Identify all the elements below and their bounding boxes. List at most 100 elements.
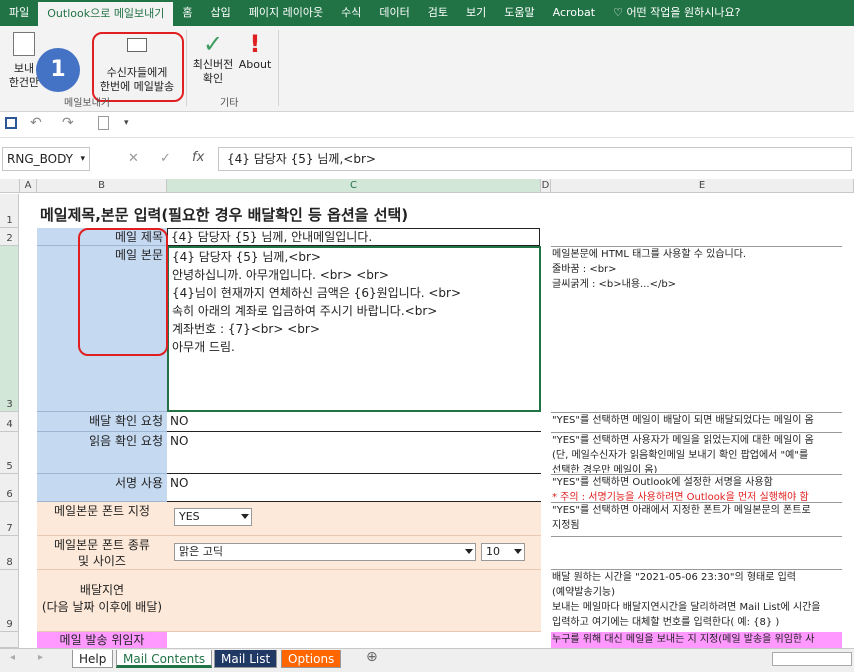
note-signature: "YES"를 선택하면 Outlook에 설정한 서명을 사용함 * 주의 : … — [552, 477, 809, 501]
undo-icon[interactable]: ↶ — [30, 115, 42, 131]
note-border — [551, 412, 842, 413]
read-label: 읽음 확인 요청 — [37, 432, 167, 474]
note-delivery: "YES"를 선택하면 메일이 배달이 되면 배달되었다는 메일이 옴 — [552, 415, 814, 426]
row-header-5[interactable]: 5 — [0, 432, 19, 474]
column-header-a[interactable]: A — [20, 179, 37, 193]
horizontal-scrollbar[interactable] — [772, 652, 852, 666]
sheet-tab-bar: ◂ ▸ Help Mail Contents Mail List Options… — [0, 648, 854, 672]
sheet-tab-options[interactable]: Options — [281, 650, 342, 668]
select-all-corner[interactable] — [0, 179, 20, 193]
quick-access-toolbar: ↶ ↷ ▾ — [0, 112, 854, 138]
scroll-left-icon[interactable]: ◂ — [10, 652, 15, 663]
formula-bar: RNG_BODY ▾ ✕ ✓ fx {4} 담당자 {5} 님께,<br> — [0, 145, 854, 173]
delegate-value[interactable] — [167, 632, 541, 648]
column-header-c[interactable]: C — [167, 179, 541, 193]
tell-me-search[interactable]: ♡ 어떤 작업을 원하시나요? — [604, 0, 749, 26]
add-sheet-icon[interactable]: ⊕ — [366, 649, 378, 665]
sheet-title: 메일제목,본문 입력(필요한 경우 배달확인 등 옵션을 선택) — [40, 206, 409, 224]
note-border — [551, 246, 842, 247]
sheet-tab-mail-contents[interactable]: Mail Contents — [116, 650, 213, 668]
column-header-d[interactable]: D — [541, 179, 551, 193]
row-header-7[interactable]: 7 — [0, 502, 19, 536]
function-icon[interactable]: fx — [192, 150, 204, 165]
save-icon[interactable] — [5, 117, 17, 129]
chevron-down-icon — [465, 549, 473, 554]
tab-view[interactable]: 보기 — [457, 0, 495, 26]
note-delegate: 누구를 위해 대신 메일을 보내는 지 지정(메일 발송을 위임한 사 — [551, 632, 842, 648]
row-header-8[interactable]: 8 — [0, 536, 19, 570]
tab-review[interactable]: 검토 — [419, 0, 457, 26]
delay-value[interactable] — [167, 570, 541, 632]
delay-label: 배달지연 (다음 날짜 이후에 배달) — [37, 570, 167, 632]
delegate-label: 메일 발송 위임자 — [37, 632, 167, 648]
signature-label: 서명 사용 — [37, 474, 167, 502]
name-box[interactable]: RNG_BODY ▾ — [2, 147, 90, 171]
note-read: "YES"를 선택하면 사용자가 메일을 읽었는지에 대한 메일이 옴 (단, … — [552, 435, 814, 473]
document-icon — [13, 32, 35, 56]
row-header-3[interactable]: 3 — [0, 246, 19, 412]
redo-icon[interactable]: ↷ — [62, 115, 74, 131]
row-header-10[interactable] — [0, 632, 19, 648]
note-body: 메일본문에 HTML 태그를 사용할 수 있습니다. 줄바꿈 : <br> 글씨… — [552, 249, 747, 290]
checkmark-icon: ✓ — [202, 30, 224, 58]
tab-file[interactable]: 파일 — [0, 0, 38, 26]
signature-value[interactable]: NO — [167, 474, 541, 502]
formula-input[interactable]: {4} 담당자 {5} 님께,<br> — [218, 147, 852, 171]
tab-outlook-mail[interactable]: Outlook으로 메일보내기 — [38, 2, 174, 26]
tab-formulas[interactable]: 수식 — [332, 0, 370, 26]
highlight-circle-labels — [78, 228, 168, 356]
exclamation-icon: ! — [249, 30, 261, 58]
clipboard-icon[interactable] — [98, 116, 109, 130]
row-header-1[interactable]: 1 — [0, 194, 19, 228]
enter-icon[interactable]: ✓ — [160, 151, 171, 166]
sheet-tab-mail-list[interactable]: Mail List — [214, 650, 278, 668]
read-value[interactable]: NO — [167, 432, 541, 474]
chevron-down-icon: ▾ — [80, 154, 85, 164]
font-name-select[interactable]: 맑은 고딕 — [174, 543, 476, 561]
customize-qat-icon[interactable]: ▾ — [124, 118, 129, 128]
font-spec-select[interactable]: YES — [174, 508, 252, 526]
row-header-4[interactable]: 4 — [0, 412, 19, 432]
note-border — [551, 474, 842, 475]
group-separator — [186, 30, 187, 106]
tab-acrobat[interactable]: Acrobat — [544, 0, 604, 26]
tab-help[interactable]: 도움말 — [495, 0, 543, 26]
font-type-label: 메일본문 폰트 종류 및 사이즈 — [37, 536, 167, 570]
chevron-down-icon — [514, 549, 522, 554]
column-header-e[interactable]: E — [551, 179, 854, 193]
step-badge: 1 — [36, 48, 80, 92]
row-header-9[interactable]: 9 — [0, 570, 19, 632]
lightbulb-icon: ♡ — [613, 6, 627, 19]
tab-page-layout[interactable]: 페이지 레이아웃 — [240, 0, 332, 26]
note-delay: 배달 원하는 시간을 "2021-05-06 23:30"의 형태로 입력 (예… — [552, 572, 821, 628]
highlight-circle-send — [92, 32, 184, 102]
body-value[interactable]: {4} 담당자 {5} 님께,<br> 안녕하십니까. 아무개입니다. <br>… — [167, 246, 541, 412]
ribbon-tabs: 파일 Outlook으로 메일보내기 홈 삽입 페이지 레이아웃 수식 데이터 … — [0, 0, 854, 26]
font-spec-label: 메일본문 폰트 지정 — [37, 502, 167, 536]
note-border — [551, 536, 842, 537]
check-latest-button[interactable]: ✓ 최신버전 확인 — [190, 30, 236, 86]
cancel-icon[interactable]: ✕ — [128, 151, 139, 166]
about-button[interactable]: ! About — [238, 30, 272, 72]
sheet-tab-help[interactable]: Help — [72, 650, 114, 668]
note-border — [551, 569, 842, 570]
row-header-2[interactable]: 2 — [0, 228, 19, 246]
delivery-label: 배달 확인 요청 — [37, 412, 167, 432]
scroll-right-icon[interactable]: ▸ — [38, 652, 43, 663]
row-header-6[interactable]: 6 — [0, 474, 19, 502]
group-separator — [278, 30, 279, 106]
note-border — [551, 502, 842, 503]
font-size-select[interactable]: 10 — [481, 543, 525, 561]
group-label-mail: 메일보내기 — [64, 98, 110, 109]
note-font-spec: "YES"를 선택하면 아래에서 지정한 폰트가 메일본문의 폰트로 지정됨 — [552, 505, 811, 531]
note-border — [551, 432, 842, 433]
group-label-etc: 기타 — [220, 98, 239, 109]
tab-insert[interactable]: 삽입 — [202, 0, 240, 26]
column-header-b[interactable]: B — [37, 179, 167, 193]
delivery-value[interactable]: NO — [167, 412, 541, 432]
chevron-down-icon — [241, 514, 249, 519]
subject-value[interactable]: {4} 담당자 {5} 님께, 안내메일입니다. — [167, 228, 540, 246]
tab-data[interactable]: 데이터 — [370, 0, 418, 26]
tab-home[interactable]: 홈 — [173, 0, 201, 26]
ribbon: 보내 한건만 1 수신자들에게 한번에 메일발송 메일보내기 ✓ 최신버전 확인… — [0, 26, 854, 112]
